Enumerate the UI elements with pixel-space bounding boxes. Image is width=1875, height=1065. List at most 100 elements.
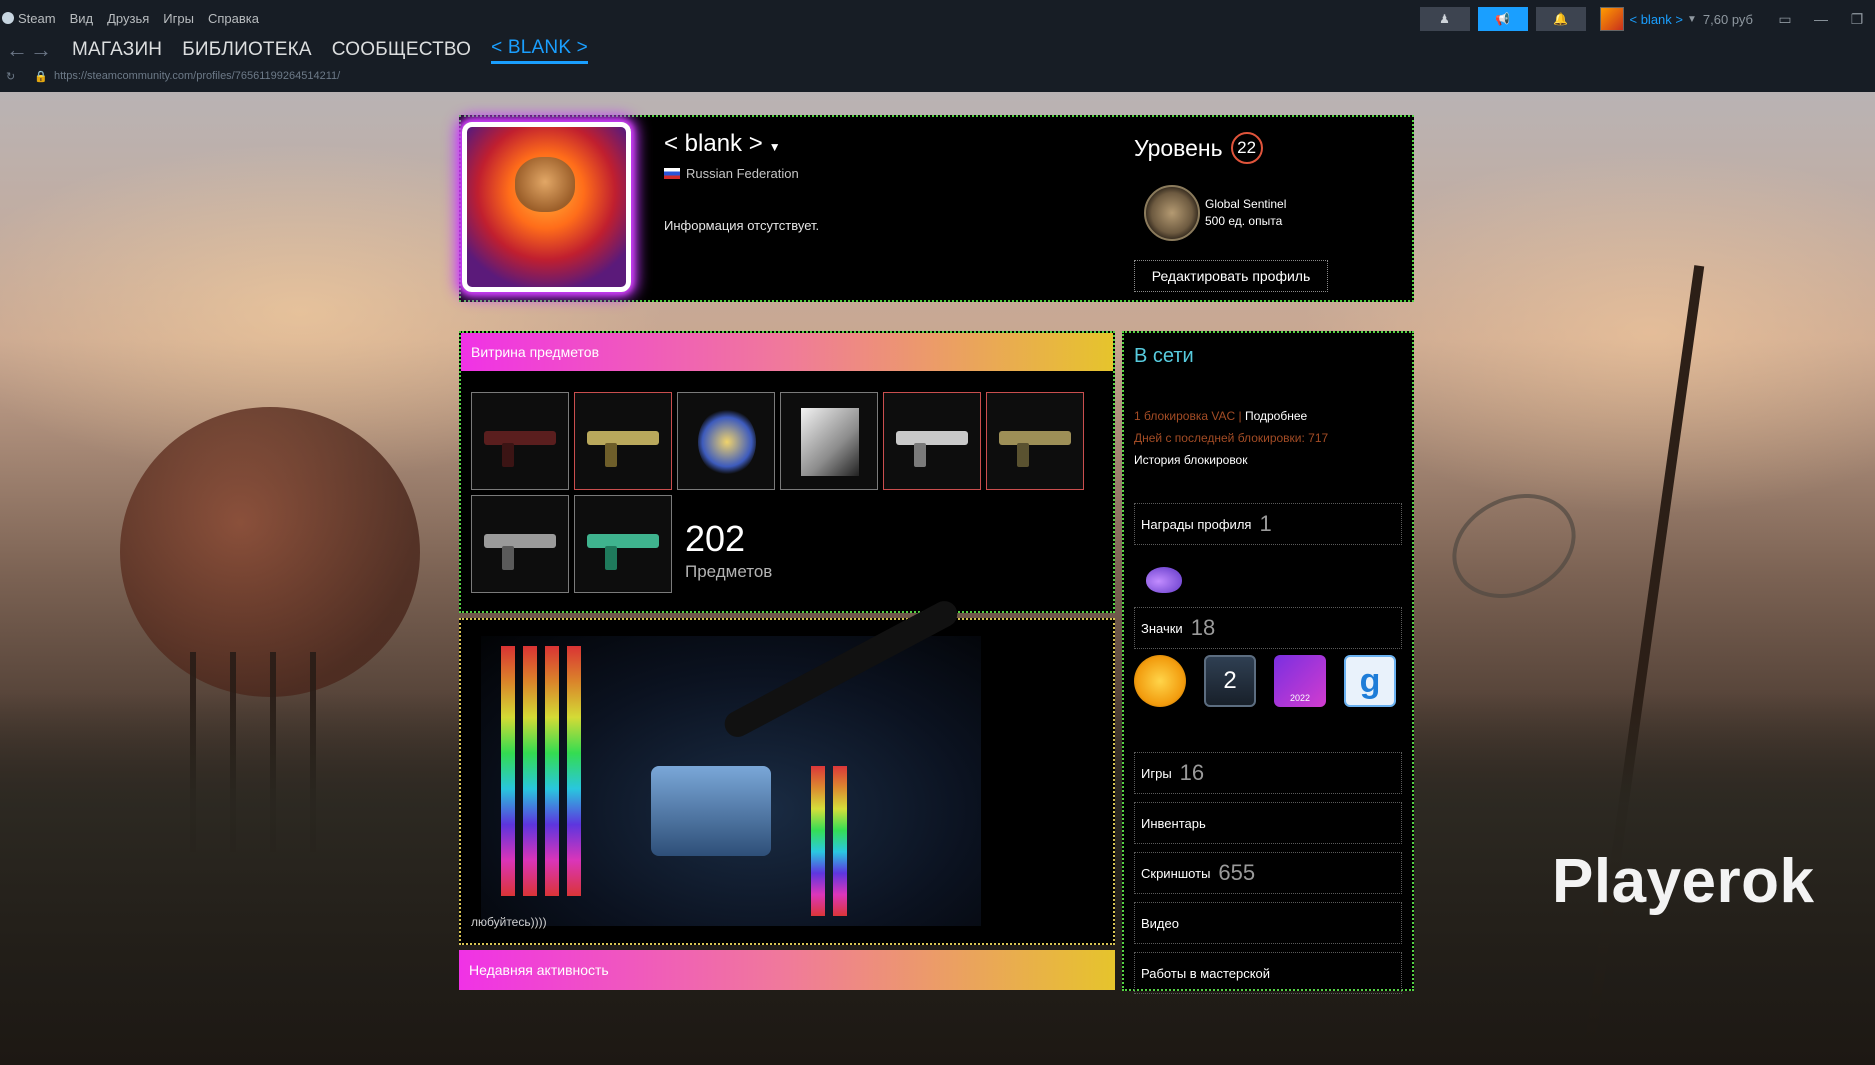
menu-games[interactable]: Игры bbox=[163, 11, 194, 26]
games-row[interactable]: Игры 16 bbox=[1134, 752, 1402, 794]
ram-stick bbox=[501, 646, 515, 896]
big-picture-icon[interactable]: ▭ bbox=[1767, 11, 1803, 28]
notifications-button[interactable]: 🔔 bbox=[1536, 7, 1586, 31]
screenshots-count: 655 bbox=[1218, 860, 1255, 886]
screenshots-row[interactable]: Скриншоты 655 bbox=[1134, 852, 1402, 894]
main-nav: ← → МАГАЗИН БИБЛИОТЕКА СООБЩЕСТВО < BLAN… bbox=[0, 34, 588, 66]
badges-label: Значки bbox=[1141, 621, 1183, 636]
cooler-pump bbox=[651, 766, 771, 856]
account-menu[interactable]: < blank > ▼ 7,60 руб bbox=[1600, 7, 1754, 31]
megaphone-icon: 📢 bbox=[1495, 12, 1510, 26]
friends-button[interactable]: ♟ bbox=[1420, 7, 1470, 31]
mp9-icon bbox=[484, 534, 556, 548]
profile-country: Russian Federation bbox=[664, 166, 799, 181]
profile-name-row[interactable]: < blank > ▼ bbox=[664, 130, 781, 158]
crystal-award-icon[interactable] bbox=[1146, 567, 1182, 593]
level-label: Уровень bbox=[1134, 135, 1223, 162]
maximize-icon[interactable]: ❐ bbox=[1839, 11, 1875, 28]
ram-stick bbox=[833, 766, 847, 916]
glock-grip bbox=[605, 546, 617, 570]
games-count: 16 bbox=[1180, 760, 1204, 786]
recent-activity: Недавняя активность bbox=[459, 950, 1115, 990]
showcase-item-rifle[interactable] bbox=[471, 392, 569, 490]
announcements-button[interactable]: 📢 bbox=[1478, 7, 1528, 31]
watermark: Playerok bbox=[1552, 846, 1815, 917]
satellite-dish bbox=[1435, 475, 1592, 618]
profile-summary: Информация отсутствует. bbox=[664, 218, 819, 233]
pistol-camo-icon bbox=[999, 431, 1071, 445]
online-status: В сети bbox=[1134, 345, 1194, 368]
years-badge-icon[interactable]: 2 bbox=[1204, 655, 1256, 707]
account-name: < blank > bbox=[1630, 12, 1684, 27]
profile-name: < blank > bbox=[664, 130, 763, 157]
screenshots-label: Скриншоты bbox=[1141, 866, 1210, 881]
showcase-title: Витрина предметов bbox=[461, 333, 1113, 371]
glock-icon bbox=[587, 534, 659, 548]
steam-2022-badge-icon[interactable]: 2022 bbox=[1274, 655, 1326, 707]
featured-badge: Global Sentinel 500 ед. опыта bbox=[1205, 196, 1286, 230]
tab-library[interactable]: БИБЛИОТЕКА bbox=[182, 39, 312, 61]
profile-awards-row[interactable]: Награды профиля 1 bbox=[1134, 503, 1402, 545]
menu-friends[interactable]: Друзья bbox=[107, 11, 149, 26]
cat-face bbox=[515, 157, 575, 212]
showcase-item-pistol-gold[interactable] bbox=[574, 392, 672, 490]
minimize-icon[interactable]: — bbox=[1803, 11, 1839, 27]
videos-label: Видео bbox=[1141, 916, 1179, 931]
coin-badge-icon[interactable] bbox=[1134, 655, 1186, 707]
client-header: Steam Вид Друзья Игры Справка ← → МАГАЗИ… bbox=[0, 0, 1875, 92]
tab-store[interactable]: МАГАЗИН bbox=[72, 39, 162, 61]
caret-down-icon[interactable]: ▼ bbox=[769, 140, 781, 154]
showcase-item-music-kit[interactable] bbox=[780, 392, 878, 490]
showcase-item-smg[interactable] bbox=[883, 392, 981, 490]
edit-profile-button[interactable]: Редактировать профиль bbox=[1134, 260, 1328, 292]
menu-help[interactable]: Справка bbox=[208, 11, 259, 26]
workshop-row[interactable]: Работы в мастерской bbox=[1134, 952, 1402, 994]
artwork-image[interactable] bbox=[481, 636, 981, 926]
badges-row[interactable]: Значки 18 bbox=[1134, 607, 1402, 649]
mp9-grip bbox=[502, 546, 514, 570]
showcase-item-pistol-camo[interactable] bbox=[986, 392, 1084, 490]
back-arrow-icon[interactable]: ← bbox=[0, 37, 34, 63]
vac-ban-text: 1 блокировка VAC bbox=[1134, 409, 1235, 423]
inventory-row[interactable]: Инвентарь bbox=[1134, 802, 1402, 844]
level-number[interactable]: 22 bbox=[1231, 132, 1263, 164]
badge-name[interactable]: Global Sentinel bbox=[1205, 196, 1286, 213]
url-bar: ↻ 🔒 https://steamcommunity.com/profiles/… bbox=[0, 67, 340, 85]
url-text[interactable]: https://steamcommunity.com/profiles/7656… bbox=[54, 70, 340, 82]
days-since-ban: Дней с последней блокировки: 717 bbox=[1134, 431, 1328, 445]
garrys-mod-badge-icon[interactable]: g bbox=[1344, 655, 1396, 707]
menu-view[interactable]: Вид bbox=[70, 11, 94, 26]
level-block: Уровень 22 bbox=[1134, 132, 1263, 164]
russia-flag-icon bbox=[664, 168, 680, 179]
showcase-item-glock[interactable] bbox=[574, 495, 672, 593]
patch-icon bbox=[698, 408, 756, 476]
awards-label: Награды профиля bbox=[1141, 517, 1251, 532]
tab-community[interactable]: СООБЩЕСТВО bbox=[332, 39, 471, 61]
right-column: В сети 1 блокировка VAC | Подробнее Дней… bbox=[1122, 331, 1414, 991]
pistol-camo-grip bbox=[1017, 443, 1029, 467]
showcase-item-mp9[interactable] bbox=[471, 495, 569, 593]
global-sentinel-badge-icon[interactable] bbox=[1144, 185, 1200, 241]
country-name: Russian Federation bbox=[686, 166, 799, 181]
videos-row[interactable]: Видео bbox=[1134, 902, 1402, 944]
chevron-down-icon: ▼ bbox=[1687, 14, 1697, 25]
tab-profile[interactable]: < BLANK > bbox=[491, 37, 588, 64]
wallet-balance: 7,60 руб bbox=[1703, 12, 1753, 27]
item-count-label: Предметов bbox=[685, 562, 772, 582]
menu-steam[interactable]: Steam bbox=[18, 11, 56, 26]
ban-history-link[interactable]: История блокировок bbox=[1134, 453, 1247, 467]
badges-count: 18 bbox=[1191, 615, 1215, 641]
forward-arrow-icon[interactable]: → bbox=[30, 37, 52, 63]
vac-more-link[interactable]: Подробнее bbox=[1245, 409, 1307, 423]
profile-avatar bbox=[462, 122, 631, 292]
smg-icon bbox=[896, 431, 968, 445]
showcase-item-patch[interactable] bbox=[677, 392, 775, 490]
pistol-icon bbox=[587, 431, 659, 445]
smg-grip bbox=[914, 443, 926, 467]
item-count: 202 bbox=[685, 518, 745, 560]
rifle-icon bbox=[484, 431, 556, 445]
steam-logo-icon[interactable] bbox=[2, 12, 14, 24]
reload-icon[interactable]: ↻ bbox=[6, 70, 20, 83]
badge-year: 2022 bbox=[1290, 693, 1310, 703]
awards-count: 1 bbox=[1259, 511, 1271, 537]
